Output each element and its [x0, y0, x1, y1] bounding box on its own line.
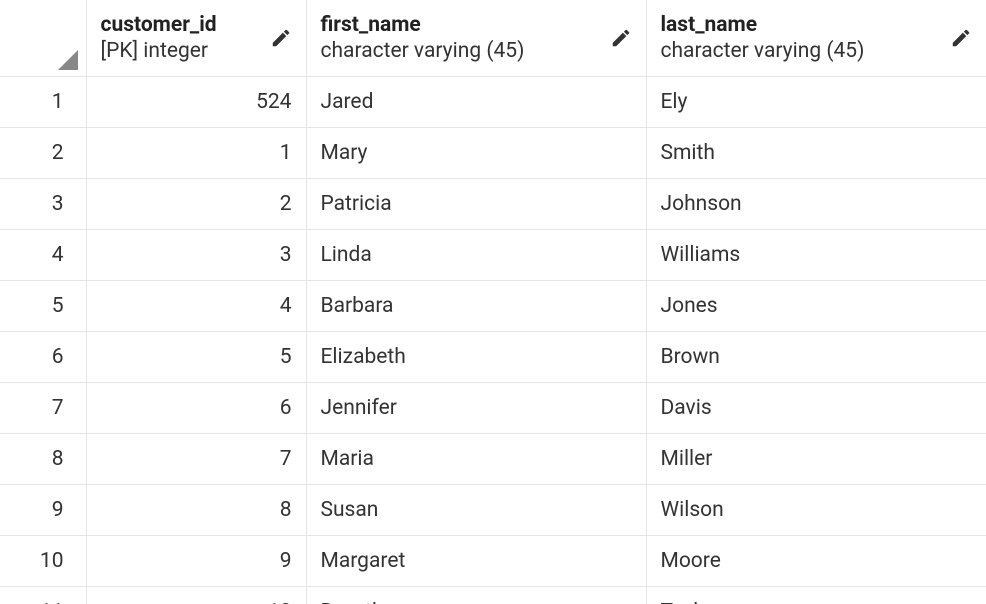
cell-customer-id[interactable]: 4: [86, 280, 306, 331]
cell-first-name[interactable]: Jared: [306, 76, 646, 127]
column-header-first-name[interactable]: first_name character varying (45): [306, 0, 646, 76]
cell-first-name[interactable]: Susan: [306, 484, 646, 535]
results-table: customer_id [PK] integer first_name char…: [0, 0, 986, 604]
table-header-row: customer_id [PK] integer first_name char…: [0, 0, 986, 76]
cell-last-name[interactable]: Miller: [646, 433, 986, 484]
row-number-cell[interactable]: 8: [0, 433, 86, 484]
cell-customer-id[interactable]: 7: [86, 433, 306, 484]
cell-last-name[interactable]: Wilson: [646, 484, 986, 535]
cell-first-name[interactable]: Margaret: [306, 535, 646, 586]
cell-customer-id[interactable]: 9: [86, 535, 306, 586]
column-name: customer_id: [101, 12, 217, 38]
cell-first-name[interactable]: Linda: [306, 229, 646, 280]
data-grid: customer_id [PK] integer first_name char…: [0, 0, 986, 604]
cell-last-name[interactable]: Moore: [646, 535, 986, 586]
pencil-icon[interactable]: [950, 27, 972, 49]
pencil-icon[interactable]: [610, 27, 632, 49]
row-number-cell[interactable]: 4: [0, 229, 86, 280]
column-type: [PK] integer: [101, 38, 217, 64]
table-row[interactable]: 43LindaWilliams: [0, 229, 986, 280]
row-number-cell[interactable]: 6: [0, 331, 86, 382]
cell-customer-id[interactable]: 8: [86, 484, 306, 535]
cell-customer-id[interactable]: 3: [86, 229, 306, 280]
cell-first-name[interactable]: Elizabeth: [306, 331, 646, 382]
table-row[interactable]: 98SusanWilson: [0, 484, 986, 535]
cell-customer-id[interactable]: 2: [86, 178, 306, 229]
cell-first-name[interactable]: Dorothy: [306, 586, 646, 604]
cell-last-name[interactable]: Smith: [646, 127, 986, 178]
table-row[interactable]: 32PatriciaJohnson: [0, 178, 986, 229]
column-header-customer-id[interactable]: customer_id [PK] integer: [86, 0, 306, 76]
cell-customer-id[interactable]: 6: [86, 382, 306, 433]
cell-last-name[interactable]: Jones: [646, 280, 986, 331]
cell-last-name[interactable]: Taylor: [646, 586, 986, 604]
row-number-cell[interactable]: 5: [0, 280, 86, 331]
cell-last-name[interactable]: Davis: [646, 382, 986, 433]
select-all-triangle-icon[interactable]: [58, 50, 78, 70]
table-row[interactable]: 109MargaretMoore: [0, 535, 986, 586]
table-row[interactable]: 76JenniferDavis: [0, 382, 986, 433]
row-number-cell[interactable]: 2: [0, 127, 86, 178]
row-number-header[interactable]: [0, 0, 86, 76]
pencil-icon[interactable]: [270, 27, 292, 49]
column-name: last_name: [661, 12, 865, 38]
row-number-cell[interactable]: 10: [0, 535, 86, 586]
cell-customer-id[interactable]: 524: [86, 76, 306, 127]
table-row[interactable]: 1524JaredEly: [0, 76, 986, 127]
table-row[interactable]: 87MariaMiller: [0, 433, 986, 484]
cell-last-name[interactable]: Johnson: [646, 178, 986, 229]
cell-customer-id[interactable]: 10: [86, 586, 306, 604]
column-type: character varying (45): [321, 38, 525, 64]
row-number-cell[interactable]: 9: [0, 484, 86, 535]
table-row[interactable]: 65ElizabethBrown: [0, 331, 986, 382]
table-row[interactable]: 54BarbaraJones: [0, 280, 986, 331]
cell-last-name[interactable]: Williams: [646, 229, 986, 280]
table-row[interactable]: 21MarySmith: [0, 127, 986, 178]
cell-customer-id[interactable]: 5: [86, 331, 306, 382]
cell-last-name[interactable]: Brown: [646, 331, 986, 382]
cell-first-name[interactable]: Maria: [306, 433, 646, 484]
cell-customer-id[interactable]: 1: [86, 127, 306, 178]
column-header-last-name[interactable]: last_name character varying (45): [646, 0, 986, 76]
column-type: character varying (45): [661, 38, 865, 64]
row-number-cell[interactable]: 7: [0, 382, 86, 433]
cell-first-name[interactable]: Barbara: [306, 280, 646, 331]
cell-first-name[interactable]: Patricia: [306, 178, 646, 229]
table-row[interactable]: 1110DorothyTaylor: [0, 586, 986, 604]
column-name: first_name: [321, 12, 525, 38]
cell-first-name[interactable]: Mary: [306, 127, 646, 178]
cell-first-name[interactable]: Jennifer: [306, 382, 646, 433]
row-number-cell[interactable]: 11: [0, 586, 86, 604]
cell-last-name[interactable]: Ely: [646, 76, 986, 127]
row-number-cell[interactable]: 3: [0, 178, 86, 229]
row-number-cell[interactable]: 1: [0, 76, 86, 127]
